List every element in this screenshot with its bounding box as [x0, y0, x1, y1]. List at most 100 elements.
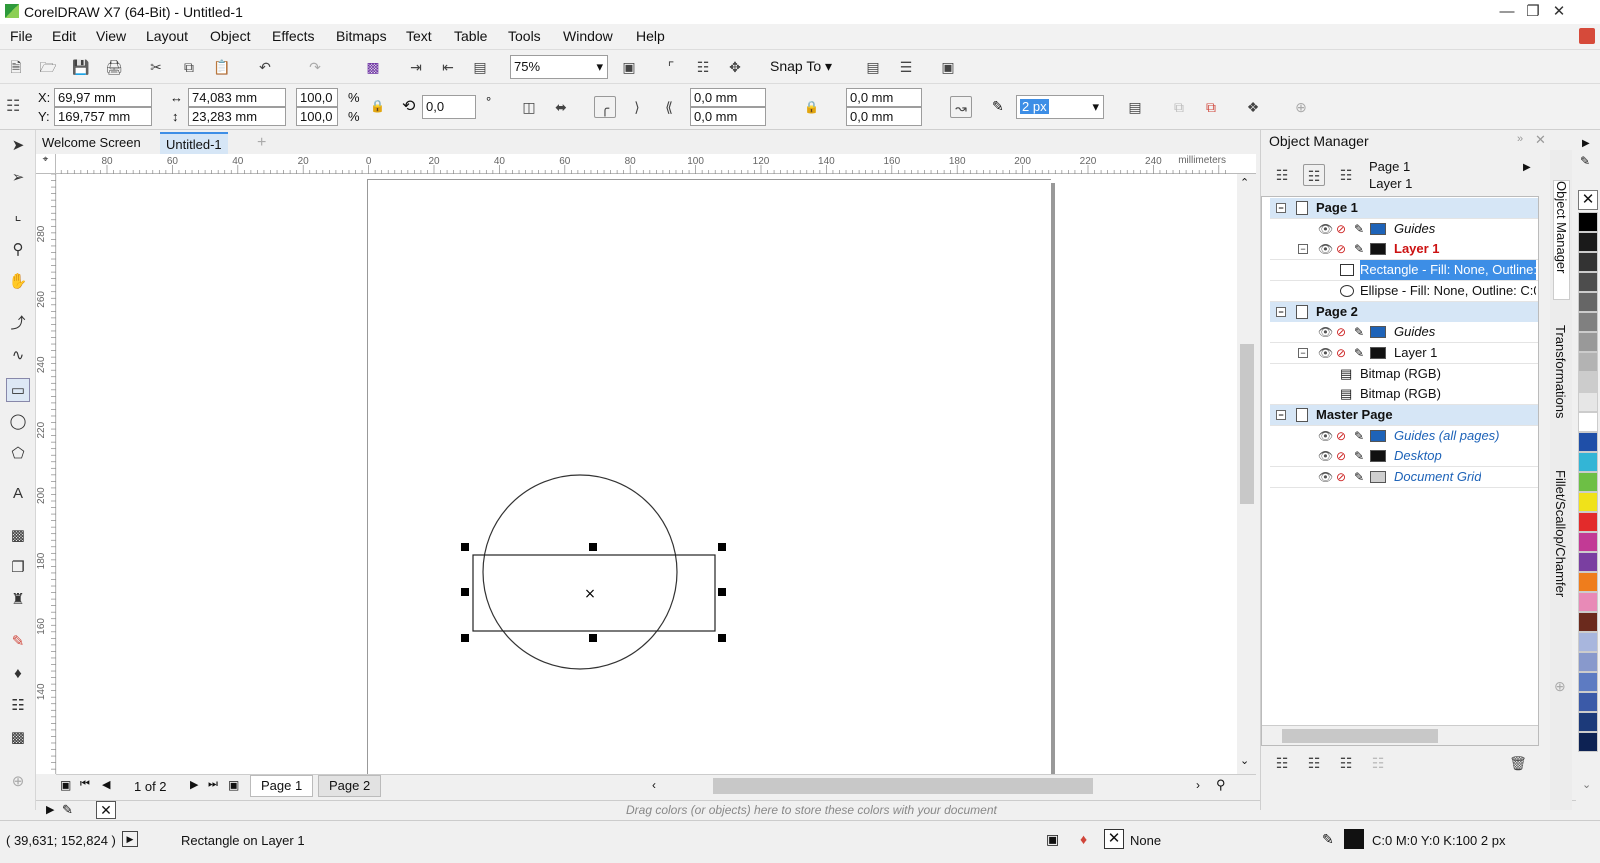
- palette-swatch[interactable]: [1578, 532, 1598, 552]
- object-tree-hscroll[interactable]: [1262, 725, 1538, 745]
- outline-color-swatch[interactable]: [1344, 829, 1364, 849]
- new-master-layer-even-icon[interactable]: ☷: [1367, 752, 1389, 774]
- corner-radius-top-left[interactable]: 0,0 mm: [690, 88, 766, 107]
- status-play-icon[interactable]: ▶: [122, 831, 138, 847]
- welcome-screen-icon[interactable]: ▤: [862, 56, 884, 78]
- menu-text[interactable]: Text: [406, 28, 432, 44]
- fill-none-swatch-icon[interactable]: ✕: [1104, 829, 1124, 849]
- paste-icon[interactable]: 📋: [211, 56, 233, 78]
- palette-swatch[interactable]: [1578, 672, 1598, 692]
- tab-welcome-screen[interactable]: Welcome Screen: [36, 132, 147, 154]
- palette-swatch[interactable]: [1578, 472, 1598, 492]
- color-eyedropper-tool-icon[interactable]: ✎: [6, 630, 30, 654]
- palette-swatch[interactable]: [1578, 272, 1598, 292]
- palette-swatch[interactable]: [1578, 352, 1598, 372]
- save-icon[interactable]: 💾: [70, 56, 92, 78]
- menu-edit[interactable]: Edit: [52, 28, 76, 44]
- rotation-angle-field[interactable]: 0,0: [422, 95, 476, 119]
- menu-layout[interactable]: Layout: [146, 28, 188, 44]
- export-icon[interactable]: ⇤: [437, 56, 459, 78]
- close-button[interactable]: ✕: [1546, 2, 1572, 22]
- rectangle-tool-icon[interactable]: ▭: [6, 378, 30, 402]
- mirror-horizontal-icon[interactable]: ◫: [518, 96, 540, 118]
- palette-swatch[interactable]: [1578, 512, 1598, 532]
- mesh-fill-tool-icon[interactable]: ☷: [6, 694, 30, 718]
- tab-fillet-scallop-chamfer[interactable]: Fillet/Scallop/Chamfer: [1553, 470, 1568, 640]
- layer-color-swatch[interactable]: [1370, 346, 1386, 359]
- palette-swatch[interactable]: [1578, 252, 1598, 272]
- minimize-button[interactable]: —: [1494, 2, 1520, 22]
- tree-row[interactable]: 👁 ⊘ ✎ Document Grid: [1270, 467, 1538, 489]
- publish-pdf-icon[interactable]: ▤: [469, 56, 491, 78]
- menu-bitmaps[interactable]: Bitmaps: [336, 28, 387, 44]
- editable-pencil-icon[interactable]: ✎: [1354, 467, 1364, 487]
- palette-menu-arrow-icon[interactable]: ▶: [46, 803, 54, 816]
- new-tab-plus-icon[interactable]: +: [251, 132, 272, 154]
- printable-icon[interactable]: ⊘: [1336, 426, 1346, 446]
- height-field[interactable]: 23,283 mm: [188, 107, 286, 126]
- layer-color-swatch[interactable]: [1370, 471, 1386, 484]
- tree-row[interactable]: ▤ Bitmap (RGB): [1270, 384, 1538, 406]
- palette-swatch[interactable]: [1578, 572, 1598, 592]
- visibility-eye-icon[interactable]: 👁: [1318, 239, 1333, 259]
- ellipse-object[interactable]: [482, 474, 678, 670]
- palette-swatch[interactable]: [1578, 612, 1598, 632]
- add-page-before-icon[interactable]: ▣: [60, 778, 71, 792]
- show-grid-icon[interactable]: ☷: [692, 56, 714, 78]
- delete-icon[interactable]: 🗑: [1507, 752, 1529, 774]
- rotate-icon[interactable]: ⟲: [402, 96, 415, 116]
- menu-effects[interactable]: Effects: [272, 28, 315, 44]
- show-guidelines-icon[interactable]: ✥: [724, 56, 746, 78]
- add-page-after-icon[interactable]: ▣: [228, 778, 239, 792]
- scale-y-field[interactable]: 100,0: [296, 107, 338, 126]
- collapse-toggle-icon[interactable]: −: [1298, 347, 1308, 358]
- palette-swatch[interactable]: [1578, 492, 1598, 512]
- menu-object[interactable]: Object: [210, 28, 250, 44]
- layer-color-swatch[interactable]: [1370, 243, 1386, 256]
- palette-swatch[interactable]: [1578, 232, 1598, 252]
- redo-icon[interactable]: ↷: [304, 56, 326, 78]
- scroll-down-icon[interactable]: ⌄: [1240, 754, 1249, 767]
- collapse-toggle-icon[interactable]: −: [1276, 203, 1286, 213]
- no-fill-swatch-icon[interactable]: ✕: [1578, 190, 1598, 210]
- palette-swatch[interactable]: [1578, 212, 1598, 232]
- visibility-eye-icon[interactable]: 👁: [1318, 219, 1333, 239]
- tab-object-manager[interactable]: Object Manager: [1553, 180, 1570, 300]
- no-color-swatch-icon[interactable]: ✕: [96, 801, 116, 819]
- application-launcher-icon[interactable]: ▣: [937, 56, 959, 78]
- editable-pencil-icon[interactable]: ✎: [1354, 322, 1364, 342]
- convert-to-curves-icon[interactable]: ❖: [1242, 96, 1264, 118]
- docker-close-icon[interactable]: ✕: [1535, 132, 1546, 148]
- tree-page-row[interactable]: − Page 2: [1270, 301, 1538, 323]
- palette-swatch[interactable]: [1578, 692, 1598, 712]
- tree-page-row[interactable]: − Page 1: [1270, 198, 1538, 219]
- corner-radius-top-right[interactable]: 0,0 mm: [846, 88, 922, 107]
- new-master-layer-odd-icon[interactable]: ☷: [1335, 752, 1357, 774]
- tab-untitled-1[interactable]: Untitled-1: [160, 132, 228, 154]
- palette-flyout-icon[interactable]: ▶: [1582, 138, 1590, 149]
- to-front-icon[interactable]: ⧉: [1168, 96, 1190, 118]
- collapse-toggle-icon[interactable]: −: [1276, 410, 1286, 420]
- palette-swatch[interactable]: [1578, 292, 1598, 312]
- previous-page-icon[interactable]: ◀: [102, 778, 110, 791]
- palette-swatch[interactable]: [1578, 632, 1598, 652]
- palette-swatch[interactable]: [1578, 332, 1598, 352]
- scale-x-field[interactable]: 100,0: [296, 88, 338, 107]
- scroll-right-icon[interactable]: ›: [1196, 778, 1200, 792]
- zoom-tool-icon[interactable]: ⚲: [6, 238, 30, 262]
- editable-pencil-icon[interactable]: ✎: [1354, 426, 1364, 446]
- artistic-media-tool-icon[interactable]: ∿: [6, 344, 30, 368]
- layer-color-swatch[interactable]: [1370, 326, 1386, 339]
- printable-icon[interactable]: ⊘: [1336, 343, 1346, 363]
- polygon-tool-icon[interactable]: ⬠: [6, 442, 30, 466]
- add-icon[interactable]: ⊕: [1290, 96, 1312, 118]
- drop-shadow-tool-icon[interactable]: ❐: [6, 556, 30, 580]
- palette-swatch[interactable]: [1578, 432, 1598, 452]
- tree-row[interactable]: 👁 ⊘ ✎ Guides (all pages): [1270, 425, 1538, 447]
- vertical-ruler[interactable]: 280 260 240 220 200 180 160 140: [36, 174, 56, 774]
- palette-eyedropper-icon[interactable]: ✎: [1580, 154, 1590, 168]
- visibility-eye-icon[interactable]: 👁: [1318, 446, 1333, 466]
- editable-pencil-icon[interactable]: ✎: [1354, 343, 1364, 363]
- first-page-icon[interactable]: ⏮: [80, 778, 90, 791]
- collapse-toggle-icon[interactable]: −: [1276, 306, 1286, 317]
